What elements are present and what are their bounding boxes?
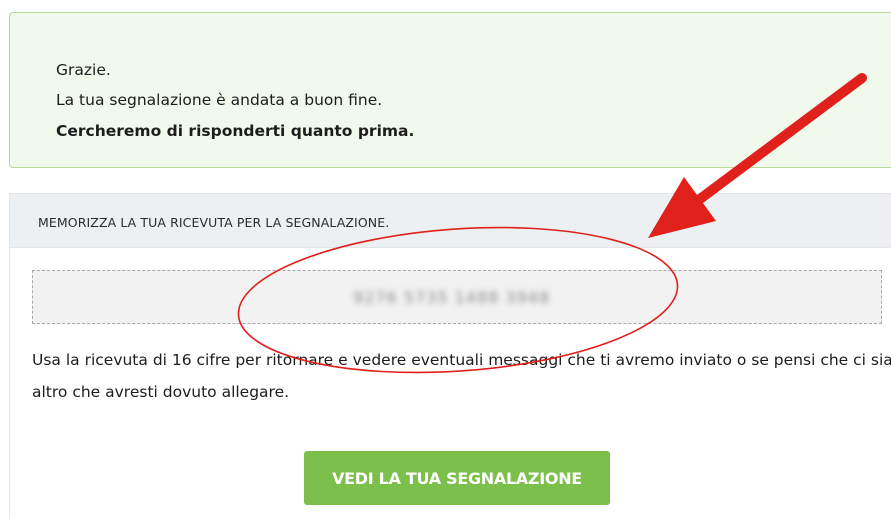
reply-notice-text: Cercheremo di risponderti quanto prima. (56, 122, 415, 140)
receipt-instructions: Usa la ricevuta di 16 cifre per ritornar… (32, 351, 891, 401)
receipt-code[interactable]: 9276 5735 1488 3948 (353, 288, 550, 307)
success-message-box: Grazie. La tua segnalazione è andata a b… (9, 12, 891, 168)
receipt-header-label: MEMORIZZA LA TUA RICEVUTA PER LA SEGNALA… (38, 215, 390, 230)
thanks-text: Grazie. (56, 61, 111, 79)
receipt-panel-header: MEMORIZZA LA TUA RICEVUTA PER LA SEGNALA… (10, 193, 891, 248)
receipt-panel: MEMORIZZA LA TUA RICEVUTA PER LA SEGNALA… (9, 193, 891, 519)
receipt-code-box[interactable]: 9276 5735 1488 3948 (32, 270, 882, 324)
view-report-button[interactable]: VEDI LA TUA SEGNALAZIONE (304, 451, 610, 505)
success-text: La tua segnalazione è andata a buon fine… (56, 91, 383, 109)
